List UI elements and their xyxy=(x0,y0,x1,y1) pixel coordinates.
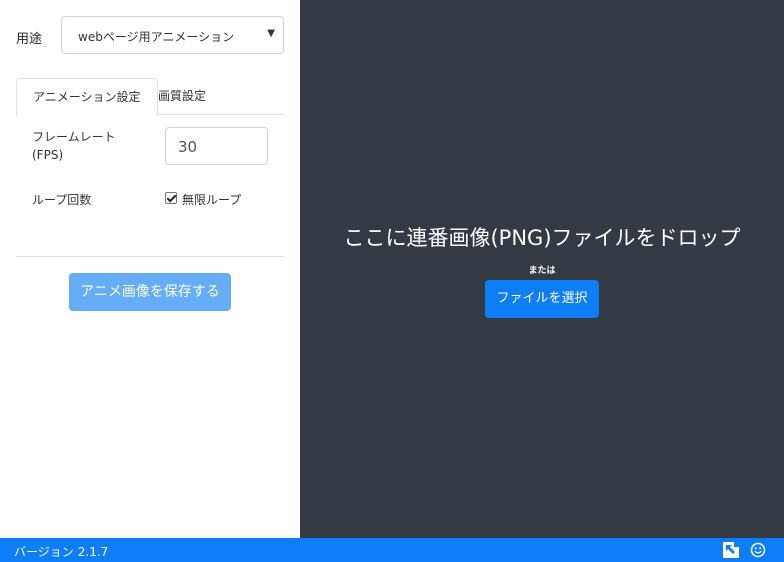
share-icon[interactable] xyxy=(723,542,739,558)
infinite-loop-label[interactable]: 無限ループ xyxy=(182,191,241,208)
version-label: バージョン xyxy=(14,545,74,559)
save-animation-button[interactable]: アニメ画像を保存する xyxy=(69,273,231,311)
fps-label-line1: フレームレート xyxy=(32,130,116,144)
version-info: バージョン 2.1.7 xyxy=(14,543,108,560)
file-dropzone[interactable]: ここに連番画像(PNG)ファイルをドロップ または ファイルを選択 xyxy=(300,0,784,538)
fps-input[interactable]: 30 xyxy=(165,127,268,165)
infinite-loop-checkbox[interactable] xyxy=(165,192,177,204)
divider xyxy=(16,256,284,257)
version-number: 2.1.7 xyxy=(77,545,109,559)
fps-label-line2: (FPS) xyxy=(32,148,64,162)
tab-animation-settings[interactable]: アニメーション設定 xyxy=(16,78,158,116)
usage-select[interactable]: webページ用アニメーション ▼ xyxy=(61,16,284,54)
tab-quality-settings[interactable]: 画質設定 xyxy=(142,78,222,115)
status-bar: バージョン 2.1.7 xyxy=(0,538,784,562)
dropzone-or-text: または xyxy=(528,266,556,276)
dropzone-title: ここに連番画像(PNG)ファイルをドロップ xyxy=(343,226,741,250)
smile-icon[interactable] xyxy=(750,542,766,558)
select-file-button[interactable]: ファイルを選択 xyxy=(485,280,599,318)
settings-sidebar: 用途 webページ用アニメーション ▼ アニメーション設定 画質設定 フレームレ… xyxy=(0,0,300,538)
settings-tabs: アニメーション設定 画質設定 xyxy=(16,78,284,116)
caret-down-icon: ▼ xyxy=(267,28,275,39)
usage-label: 用途 xyxy=(16,32,43,47)
fps-label: フレームレート (FPS) xyxy=(32,128,116,164)
usage-select-value: webページ用アニメーション xyxy=(78,30,235,44)
loop-count-label: ループ回数 xyxy=(32,193,92,207)
fps-input-value: 30 xyxy=(178,138,198,156)
